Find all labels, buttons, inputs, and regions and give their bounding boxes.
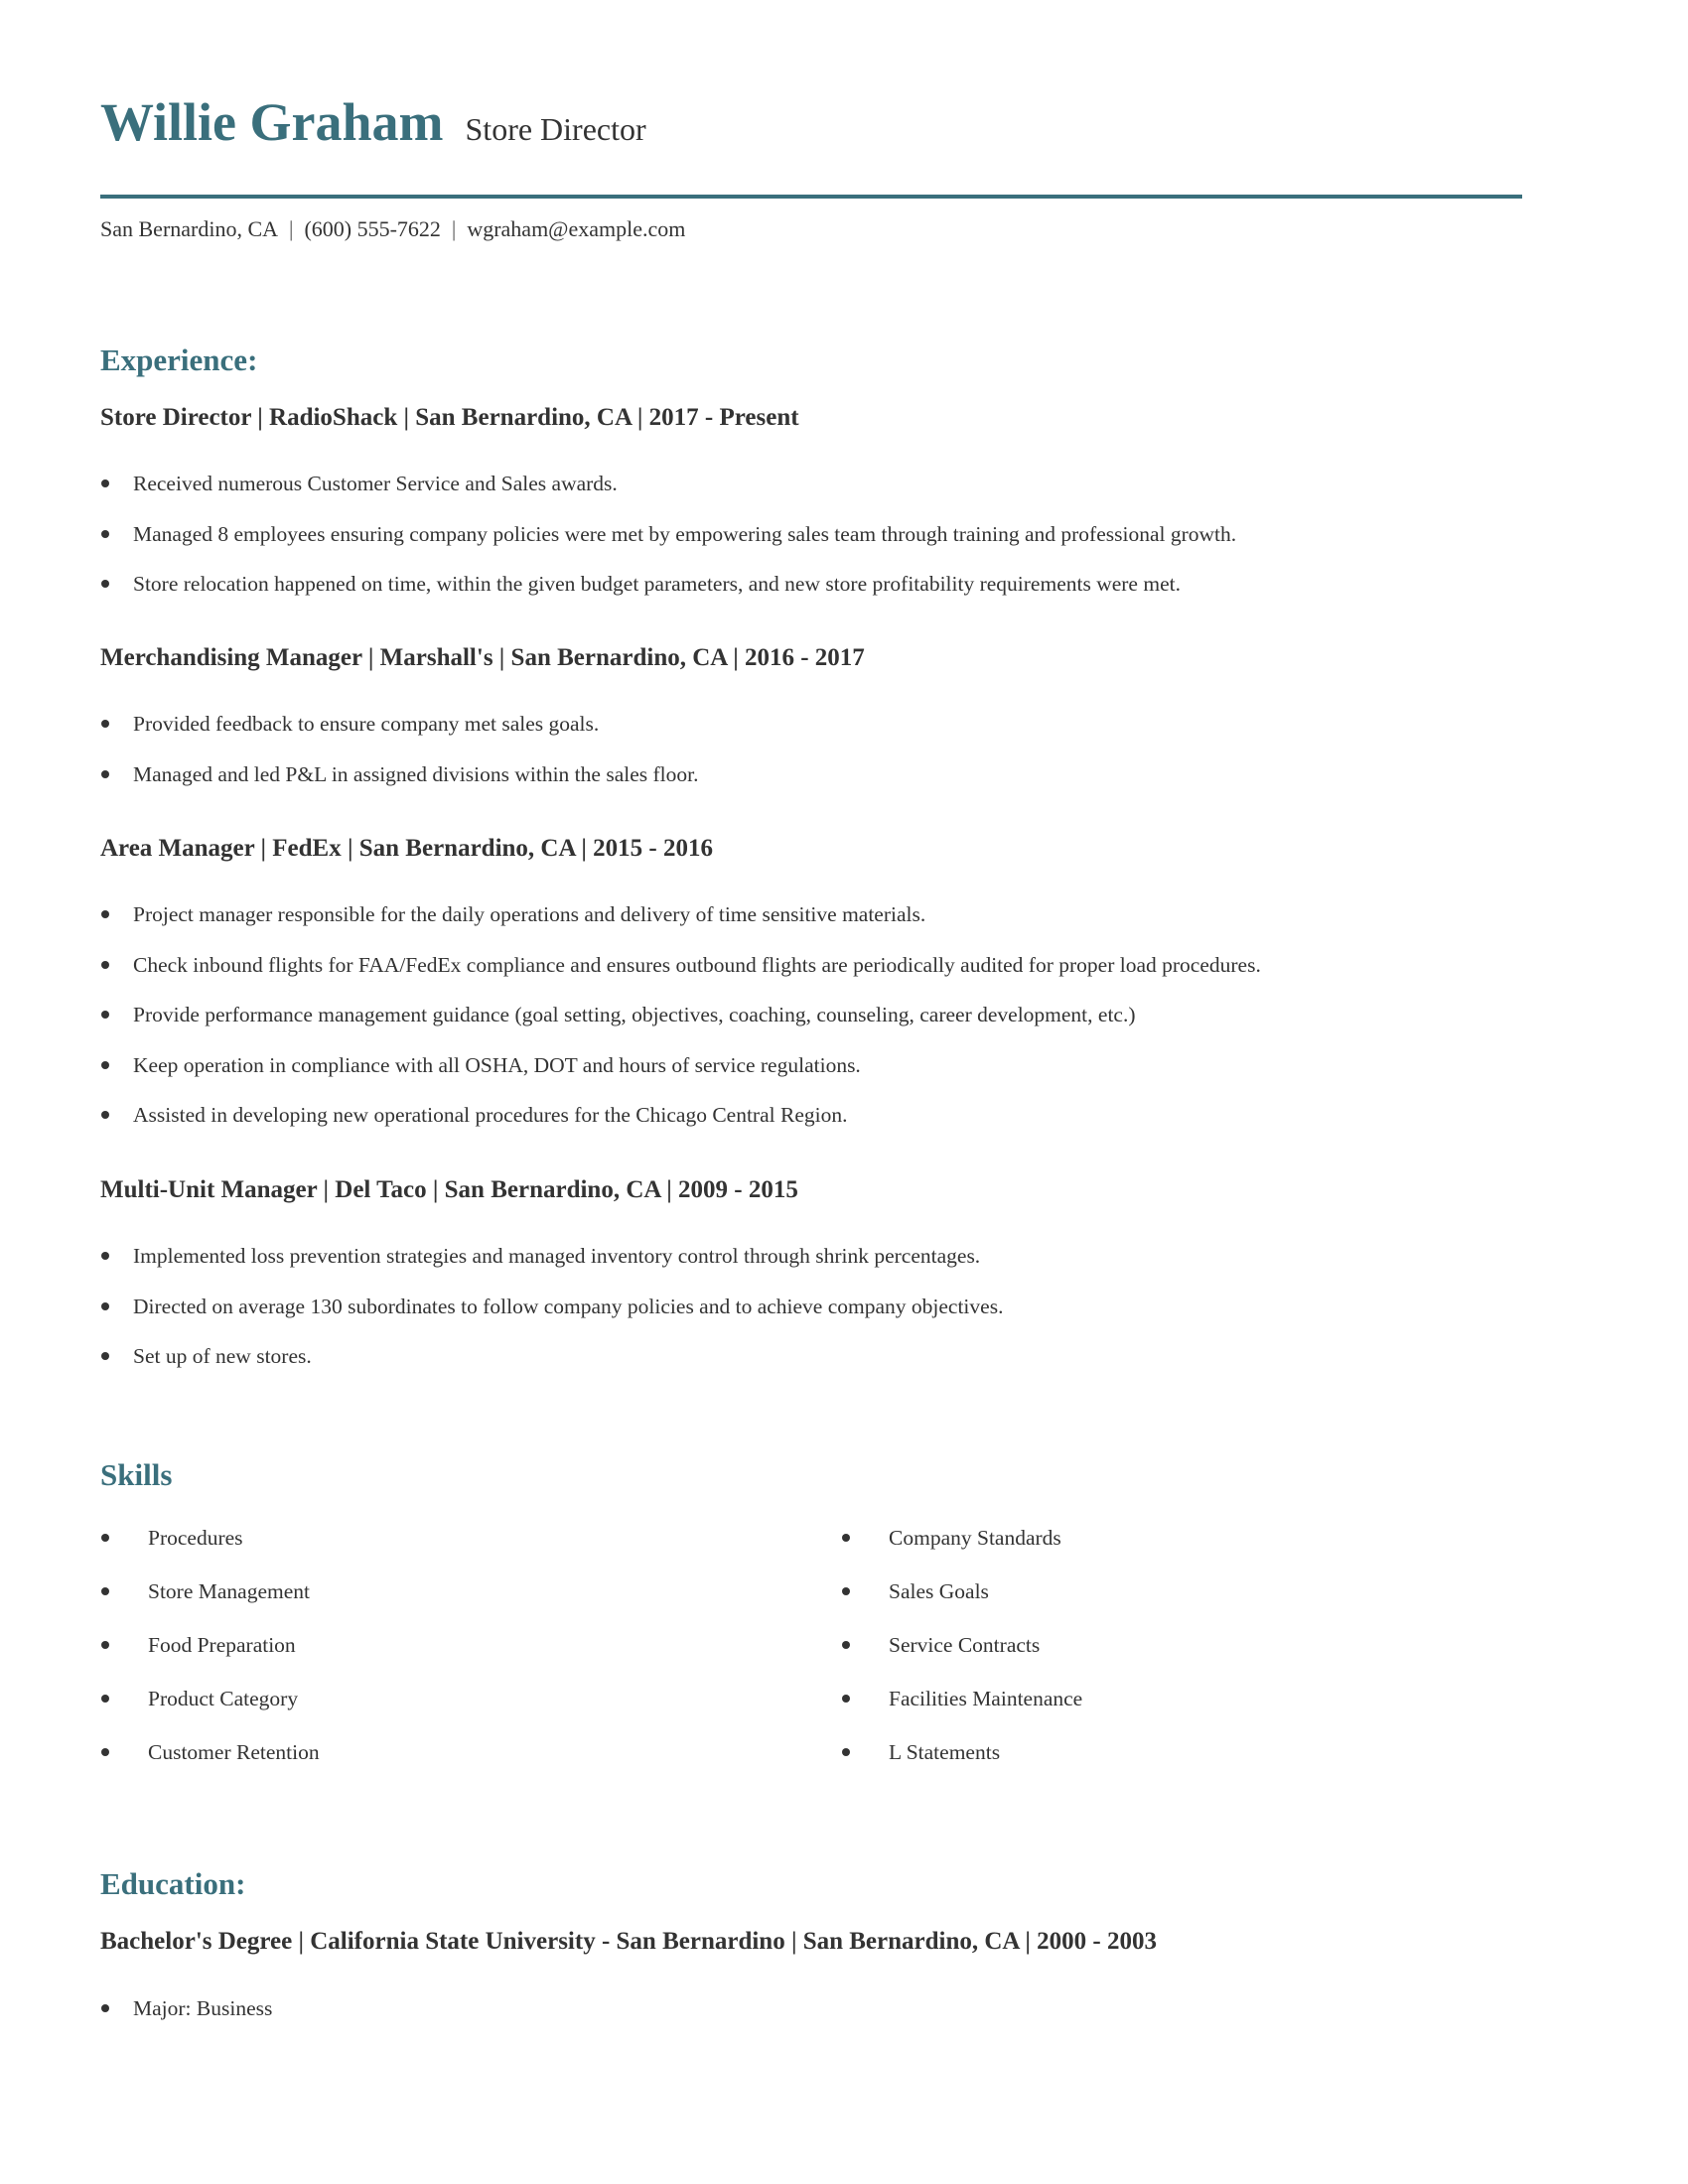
skill-item: Food Preparation <box>100 1632 320 1686</box>
bullet-icon <box>101 960 109 969</box>
bullet-icon <box>101 1011 109 1019</box>
bullet-icon <box>842 1748 850 1756</box>
skill-text: L Statements <box>889 1740 1001 1764</box>
bullet-icon <box>101 1695 109 1703</box>
skill-item: L Statements <box>841 1739 1082 1793</box>
job-bullets: Provided feedback to ensure company met … <box>100 711 698 811</box>
bullet-icon <box>842 1641 850 1649</box>
list-item: Assisted in developing new operational p… <box>100 1102 1261 1153</box>
contact-separator: | <box>289 216 294 241</box>
bullet-icon <box>101 479 109 487</box>
skill-text: Product Category <box>148 1687 299 1710</box>
skill-text: Service Contracts <box>889 1633 1041 1657</box>
contact-location: San Bernardino, CA <box>100 216 279 241</box>
job-bullets: Implemented loss prevention strategies a… <box>100 1243 1003 1394</box>
list-item: Provide performance management guidance … <box>100 1002 1261 1052</box>
job-title: Merchandising Manager | Marshall's | San… <box>100 644 865 671</box>
list-item: Store relocation happened on time, withi… <box>100 571 1236 621</box>
bullet-text: Received numerous Customer Service and S… <box>133 472 618 495</box>
job-title: Area Manager | FedEx | San Bernardino, C… <box>100 835 713 862</box>
bullet-text: Managed 8 employees ensuring company pol… <box>133 521 1237 546</box>
bullet-text: Check inbound flights for FAA/FedEx comp… <box>133 952 1261 977</box>
skill-item: Procedures <box>100 1525 320 1578</box>
bullet-icon <box>842 1695 850 1703</box>
bullet-icon <box>101 1301 109 1310</box>
bullet-text: Store relocation happened on time, withi… <box>133 572 1181 596</box>
list-item: Major: Business <box>100 1995 272 2046</box>
bullet-icon <box>101 529 109 538</box>
list-item: Received numerous Customer Service and S… <box>100 471 1236 521</box>
candidate-name: Willie Graham <box>100 92 444 152</box>
bullet-icon <box>101 1060 109 1069</box>
list-item: Implemented loss prevention strategies a… <box>100 1243 1003 1294</box>
list-item: Provided feedback to ensure company met … <box>100 711 698 761</box>
skill-item: Store Management <box>100 1578 320 1632</box>
skill-text: Facilities Maintenance <box>889 1687 1083 1710</box>
resume-header: Willie Graham Store Director <box>100 91 646 153</box>
list-item: Keep operation in compliance with all OS… <box>100 1052 1261 1103</box>
job-bullets: Project manager responsible for the dail… <box>100 901 1261 1153</box>
list-item: Managed and led P&L in assigned division… <box>100 761 698 812</box>
bullet-icon <box>101 580 109 588</box>
job-title: Multi-Unit Manager | Del Taco | San Bern… <box>100 1176 798 1203</box>
skill-item: Sales Goals <box>841 1578 1082 1632</box>
skill-item: Product Category <box>100 1686 320 1739</box>
list-item: Managed 8 employees ensuring company pol… <box>100 521 1236 572</box>
list-item: Project manager responsible for the dail… <box>100 901 1261 952</box>
contact-phone: (600) 555-7622 <box>304 216 441 241</box>
bullet-icon <box>101 910 109 918</box>
job-title: Store Director | RadioShack | San Bernar… <box>100 404 799 431</box>
skills-heading: Skills <box>100 1457 173 1492</box>
skill-text: Sales Goals <box>889 1579 989 1603</box>
education-bullets: Major: Business <box>100 1995 272 2046</box>
skill-text: Customer Retention <box>148 1740 320 1764</box>
bullet-text: Provided feedback to ensure company met … <box>133 712 600 736</box>
bullet-text: Managed and led P&L in assigned division… <box>133 761 699 786</box>
skill-item: Service Contracts <box>841 1632 1082 1686</box>
candidate-title: Store Director <box>465 111 646 147</box>
contact-info: San Bernardino, CA | (600) 555-7622 | wgraha… <box>100 216 685 242</box>
bullet-icon <box>842 1534 850 1542</box>
list-item: Set up of new stores. <box>100 1343 1003 1394</box>
list-item: Check inbound flights for FAA/FedEx comp… <box>100 952 1261 1003</box>
bullet-icon <box>101 1587 109 1595</box>
header-divider <box>100 195 1522 199</box>
skill-item: Customer Retention <box>100 1739 320 1793</box>
bullet-icon <box>101 720 109 728</box>
skills-list-right: Company Standards Sales Goals Service Co… <box>841 1525 1082 1793</box>
experience-heading: Experience: <box>100 342 258 377</box>
bullet-text: Major: Business <box>133 1996 273 2020</box>
skill-item: Company Standards <box>841 1525 1082 1578</box>
skill-text: Food Preparation <box>148 1633 296 1657</box>
contact-email: wgraham@example.com <box>467 216 686 241</box>
bullet-icon <box>101 1534 109 1542</box>
bullet-text: Keep operation in compliance with all OS… <box>133 1052 861 1077</box>
bullet-text: Project manager responsible for the dail… <box>133 902 926 926</box>
bullet-icon <box>101 769 109 778</box>
bullet-text: Assisted in developing new operational p… <box>133 1103 848 1127</box>
skills-list-left: Procedures Store Management Food Prepara… <box>100 1525 320 1793</box>
bullet-icon <box>101 1252 109 1260</box>
bullet-icon <box>101 1352 109 1360</box>
contact-separator: | <box>451 216 457 241</box>
bullet-text: Provide performance management guidance … <box>133 1003 1136 1026</box>
skill-text: Company Standards <box>889 1526 1061 1550</box>
bullet-icon <box>842 1587 850 1595</box>
bullet-icon <box>101 1641 109 1649</box>
bullet-text: Implemented loss prevention strategies a… <box>133 1244 981 1268</box>
bullet-icon <box>101 1111 109 1119</box>
skill-item: Facilities Maintenance <box>841 1686 1082 1739</box>
bullet-icon <box>101 1748 109 1756</box>
job-bullets: Received numerous Customer Service and S… <box>100 471 1236 621</box>
skill-text: Procedures <box>148 1526 243 1550</box>
list-item: Directed on average 130 subordinates to … <box>100 1294 1003 1344</box>
skill-text: Store Management <box>148 1579 310 1603</box>
bullet-text: Directed on average 130 subordinates to … <box>133 1294 1004 1318</box>
education-heading: Education: <box>100 1866 246 1901</box>
bullet-icon <box>101 2004 109 2012</box>
bullet-text: Set up of new stores. <box>133 1344 312 1368</box>
education-title: Bachelor's Degree | California State Uni… <box>100 1928 1157 1955</box>
